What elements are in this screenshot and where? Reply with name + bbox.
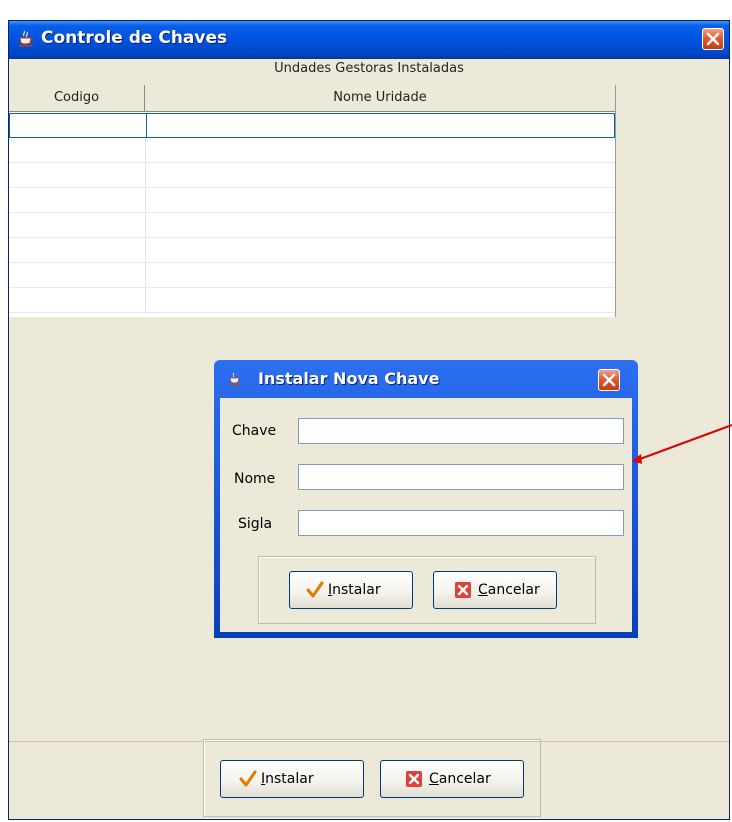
annotation-arrow <box>632 424 732 464</box>
